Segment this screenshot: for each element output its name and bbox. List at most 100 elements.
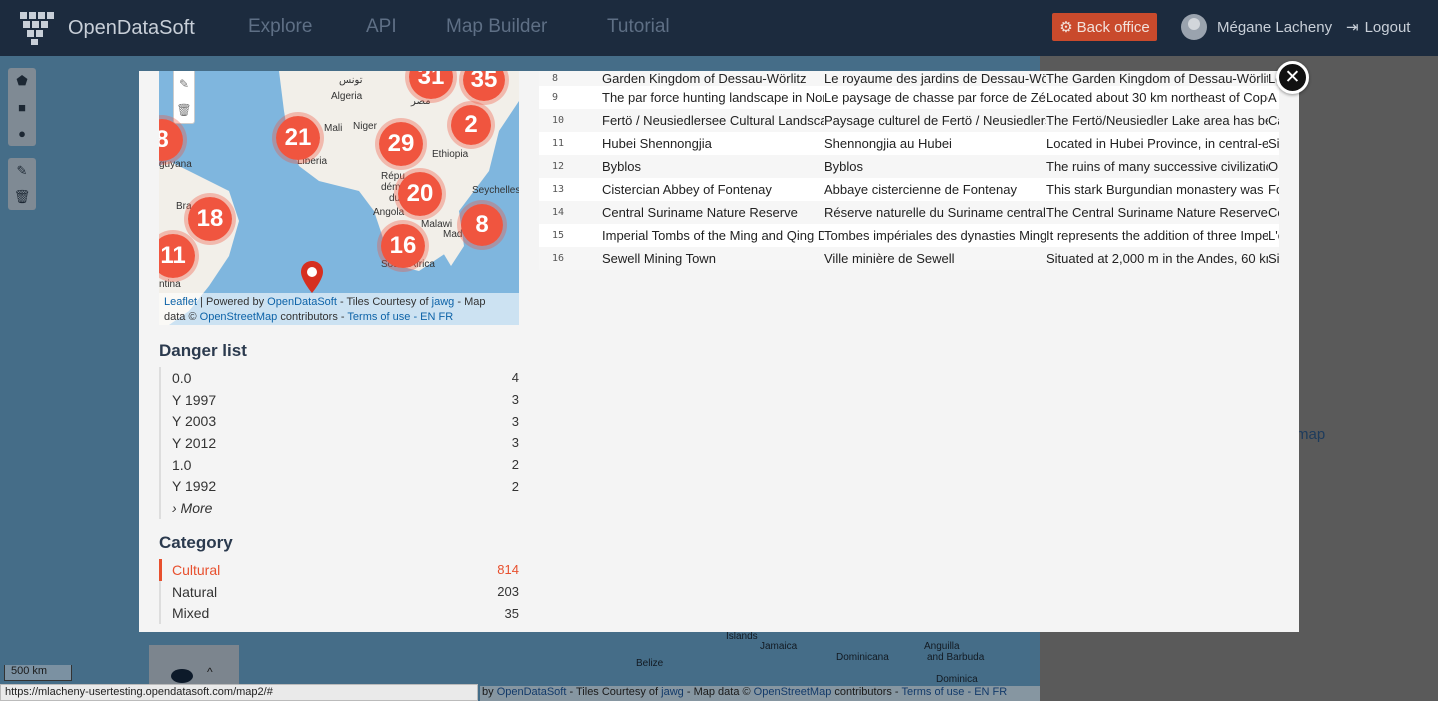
- opendatasoft-logo-icon: [20, 12, 54, 45]
- facet-label: Y 1992: [172, 478, 217, 495]
- chevron-up-icon[interactable]: ^: [207, 665, 213, 679]
- facet-label: Natural: [172, 583, 218, 600]
- table-row[interactable]: 16 Sewell Mining Town Ville minière de Sew…: [539, 247, 1279, 270]
- osm-link[interactable]: OpenStreetMap: [200, 311, 278, 323]
- facet-item[interactable]: Y 1997 3: [161, 389, 519, 411]
- map-cluster[interactable]: 2: [447, 101, 495, 149]
- cell-name: Garden Kingdom of Dessau-Wörlitz: [602, 71, 807, 86]
- back-office-button[interactable]: ⚙ Back office: [1052, 13, 1157, 41]
- dataset-modal: ✎ 🗑 Algeria Mali Niger Ethiopia Liberia …: [139, 71, 1299, 632]
- cell-name: Hubei Shennongjia: [602, 136, 712, 151]
- rectangle-tool-icon[interactable]: ■: [8, 94, 36, 120]
- facet-item[interactable]: 1.0 2: [161, 454, 519, 476]
- edit-icon[interactable]: ✎: [174, 71, 194, 97]
- table-row[interactable]: 11 Hubei Shennongjia Shennongjia au Hubei L…: [539, 132, 1279, 155]
- facet-more-link[interactable]: › More: [161, 497, 519, 519]
- table-row[interactable]: 14 Central Suriname Nature Reserve Réserve…: [539, 201, 1279, 224]
- facet-label: 1.0: [172, 456, 192, 473]
- attrib-jawg-link[interactable]: jawg: [661, 686, 684, 698]
- row-index: 14: [552, 207, 565, 218]
- mini-map[interactable]: ✎ 🗑 Algeria Mali Niger Ethiopia Liberia …: [159, 71, 519, 325]
- facet-item[interactable]: Y 2012 3: [161, 432, 519, 454]
- table-row[interactable]: 9 The par force hunting landscape in Nort…: [539, 86, 1279, 109]
- terms-link[interactable]: Terms of use: [347, 311, 410, 323]
- logout-label: Logout: [1364, 18, 1411, 36]
- nav-map-builder[interactable]: Map Builder: [446, 16, 547, 38]
- attrib-text: - Map: [457, 296, 486, 308]
- row-index: 12: [552, 161, 565, 172]
- attrib-osm-link[interactable]: OpenStreetMap: [754, 686, 832, 698]
- cell-name: Fertö / Neusiedlersee Cultural Landscape: [602, 113, 824, 128]
- legend-dot: [171, 669, 193, 683]
- cell-description: The Garden Kingdom of Dessau-Wörlitz: [1046, 71, 1268, 86]
- edit-icon[interactable]: ✎: [8, 158, 36, 184]
- facet-category: Cultural 814 Natural 203 Mixed 35: [159, 559, 519, 625]
- facet-item-mixed[interactable]: Mixed 35: [161, 602, 519, 624]
- map-cluster[interactable]: 20: [394, 168, 446, 220]
- row-index: 16: [552, 253, 565, 264]
- map-cluster[interactable]: 29: [375, 118, 427, 170]
- facet-label: Y 1997: [172, 391, 217, 408]
- map-label: Dominica: [936, 674, 978, 685]
- logout-link[interactable]: ⇥ Logout: [1346, 18, 1411, 37]
- map-cluster[interactable]: 16: [377, 220, 429, 272]
- table-row[interactable]: 15 Imperial Tombs of the Ming and Qing Dy…: [539, 224, 1279, 247]
- cell-description: Located about 30 km northeast of Copenha…: [1046, 90, 1268, 105]
- attrib-text: - Tiles Courtesy of: [569, 686, 659, 698]
- facet-item[interactable]: Y 2003 3: [161, 410, 519, 432]
- table-row[interactable]: 12 Byblos Byblos The ruins of many successi…: [539, 155, 1279, 178]
- edit-toolbar: ✎ 🗑: [8, 158, 36, 210]
- attrib-lang-link[interactable]: - EN FR: [967, 686, 1007, 698]
- cell-name-fr: Le paysage de chasse par force de Zéland…: [824, 90, 1046, 105]
- facet-count: 3: [511, 435, 519, 451]
- nav-explore[interactable]: Explore: [248, 16, 312, 38]
- map-link[interactable]: map: [1296, 426, 1325, 443]
- circle-tool-icon[interactable]: ●: [8, 120, 36, 146]
- facet-item[interactable]: 0.0 4: [161, 367, 519, 389]
- facet-item[interactable]: Y 1992 2: [161, 475, 519, 497]
- table-row[interactable]: 8 Garden Kingdom of Dessau-Wörlitz Le roya…: [539, 71, 1279, 86]
- cell-name: Imperial Tombs of the Ming and Qing Dyna…: [602, 228, 824, 243]
- cell-name-fr: Tombes impériales des dynasties Ming et …: [824, 228, 1046, 243]
- attrib-text: contributors -: [280, 311, 345, 323]
- attrib-ods-link[interactable]: OpenDataSoft: [497, 686, 567, 698]
- cell-description: Situated at 2,000 m in the Andes, 60 km: [1046, 251, 1268, 266]
- facet-item-cultural[interactable]: Cultural 814: [159, 559, 519, 581]
- mini-map-edit-toolbar: ✎ 🗑: [173, 71, 195, 124]
- map-label: Anguilla: [924, 641, 960, 652]
- cell-description: The ruins of many successive civilizatio…: [1046, 159, 1268, 174]
- facet-item-natural[interactable]: Natural 203: [161, 581, 519, 603]
- leaflet-link[interactable]: Leaflet: [164, 296, 197, 308]
- close-icon: ✕: [1284, 67, 1301, 88]
- ods-link[interactable]: OpenDataSoft: [267, 296, 337, 308]
- facet-label: Cultural: [172, 561, 221, 578]
- records-table: 8 Garden Kingdom of Dessau-Wörlitz Le roya…: [539, 71, 1279, 270]
- close-modal-button[interactable]: ✕: [1276, 61, 1309, 94]
- cell-name-fr: Byblos: [824, 159, 864, 174]
- polygon-tool-icon[interactable]: ⬟: [8, 68, 36, 94]
- facet-count: 3: [511, 392, 519, 408]
- language-link[interactable]: - EN FR: [413, 311, 453, 323]
- map-cluster[interactable]: 8: [457, 200, 507, 250]
- jawg-link[interactable]: jawg: [432, 296, 455, 308]
- map-marker-icon[interactable]: [301, 261, 323, 293]
- brand[interactable]: OpenDataSoft: [18, 10, 195, 46]
- table-row[interactable]: 10 Fertö / Neusiedlersee Cultural Landsca…: [539, 109, 1279, 132]
- trash-icon[interactable]: 🗑: [8, 184, 36, 210]
- brand-name: OpenDataSoft: [68, 16, 195, 39]
- user-menu[interactable]: Mégane Lacheny: [1181, 14, 1332, 40]
- cell-name-fr: Ville minière de Sewell: [824, 251, 955, 266]
- nav-api[interactable]: API: [366, 16, 397, 38]
- facet-label: 0.0: [172, 369, 192, 386]
- map-cluster[interactable]: 21: [272, 112, 324, 164]
- table-row[interactable]: 13 Cistercian Abbey of Fontenay Abbaye cis…: [539, 178, 1279, 201]
- facet-count: 814: [497, 562, 519, 578]
- nav-tutorial[interactable]: Tutorial: [607, 16, 670, 38]
- user-name: Mégane Lacheny: [1217, 18, 1333, 36]
- scale-bar: 500 km: [4, 665, 72, 681]
- row-index: 11: [552, 138, 565, 149]
- cell-name: The par force hunting landscape in North…: [602, 90, 824, 105]
- row-index: 13: [552, 184, 565, 195]
- attrib-terms-link[interactable]: Terms of use: [901, 686, 964, 698]
- map-label: Jamaica: [760, 641, 798, 652]
